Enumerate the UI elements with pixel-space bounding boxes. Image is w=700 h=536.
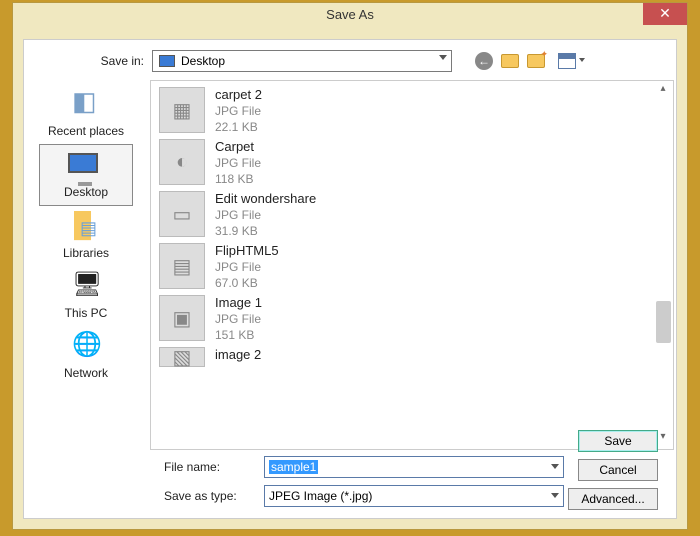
file-thumbnail-icon: ▤	[159, 243, 205, 289]
scroll-up-button[interactable]: ▴	[655, 83, 671, 99]
desktop-icon	[159, 55, 175, 67]
file-type: JPG File	[215, 259, 279, 275]
file-name: Image 1	[215, 295, 262, 311]
file-size: 22.1 KB	[215, 119, 262, 135]
file-name: image 2	[215, 347, 261, 363]
sidebar-item-label: Network	[64, 366, 108, 380]
list-item[interactable]: ▣ Image 1JPG File151 KB	[155, 293, 669, 345]
sidebar-item-label: Libraries	[63, 246, 109, 260]
file-name: Edit wondershare	[215, 191, 316, 207]
save-in-dropdown[interactable]: Desktop	[152, 50, 452, 72]
chevron-down-icon	[439, 55, 447, 60]
file-name: carpet 2	[215, 87, 262, 103]
file-thumbnail-icon: ▦	[159, 87, 205, 133]
nav-toolbar: ←	[474, 51, 582, 71]
filename-input[interactable]: sample1	[264, 456, 564, 478]
file-type: JPG File	[215, 103, 262, 119]
savetype-label: Save as type:	[164, 489, 264, 503]
close-button[interactable]: ✕	[643, 3, 687, 25]
button-column: Save Cancel Advanced...	[568, 430, 658, 510]
view-menu-button[interactable]	[552, 51, 582, 71]
file-size: 31.9 KB	[215, 223, 316, 239]
filename-label: File name:	[164, 460, 264, 474]
back-button[interactable]: ←	[474, 51, 494, 71]
save-in-label: Save in:	[84, 54, 144, 68]
sidebar-item-recent[interactable]: Recent places	[39, 84, 133, 144]
file-thumbnail-icon: ◐	[159, 139, 205, 185]
chevron-down-icon	[551, 493, 559, 498]
network-icon	[68, 332, 104, 362]
file-size: 67.0 KB	[215, 275, 279, 291]
sidebar-item-libraries[interactable]: Libraries	[39, 206, 133, 266]
file-thumbnail-icon: ▭	[159, 191, 205, 237]
sidebar-item-label: This PC	[65, 306, 108, 320]
advanced-button[interactable]: Advanced...	[568, 488, 658, 510]
dialog-body: Save in: Desktop ← Recent places	[23, 39, 677, 519]
folder-up-icon	[501, 54, 519, 68]
file-thumbnail-icon: ▣	[159, 295, 205, 341]
list-item[interactable]: ▧ image 2	[155, 345, 669, 369]
up-button[interactable]	[500, 51, 520, 71]
sidebar-item-this-pc[interactable]: This PC	[39, 266, 133, 326]
file-size: 151 KB	[215, 327, 262, 343]
scrollbar-thumb[interactable]	[656, 301, 671, 343]
savetype-dropdown[interactable]: JPEG Image (*.jpg)	[264, 485, 564, 507]
list-item[interactable]: ▭ Edit wondershareJPG File31.9 KB	[155, 189, 669, 241]
desktop-icon	[68, 151, 104, 181]
list-item[interactable]: ▦ carpet 2JPG File22.1 KB	[155, 85, 669, 137]
back-icon: ←	[475, 52, 493, 70]
file-size: 118 KB	[215, 171, 261, 187]
file-name: FlipHTML5	[215, 243, 279, 259]
file-thumbnail-icon: ▧	[159, 347, 205, 367]
save-button[interactable]: Save	[578, 430, 658, 452]
new-folder-button[interactable]	[526, 51, 546, 71]
file-list[interactable]: ▴ ▦carpet 2JPG File22.1 KB ◐CarpetJPG Fi…	[150, 80, 674, 450]
file-type: JPG File	[215, 311, 262, 327]
filename-value: sample1	[269, 460, 318, 474]
this-pc-icon	[68, 272, 104, 302]
titlebar: Save As ✕	[13, 3, 687, 31]
libraries-icon	[68, 212, 104, 242]
save-in-value: Desktop	[181, 54, 225, 68]
file-type: JPG File	[215, 155, 261, 171]
list-item[interactable]: ▤ FlipHTML5JPG File67.0 KB	[155, 241, 669, 293]
content-area: Recent places Desktop Libraries This PC …	[24, 80, 676, 450]
sidebar-item-network[interactable]: Network	[39, 326, 133, 386]
save-as-dialog: Save As ✕ Save in: Desktop ← Recent plac…	[12, 2, 688, 530]
file-name: Carpet	[215, 139, 261, 155]
savetype-value: JPEG Image (*.jpg)	[269, 489, 372, 503]
list-item[interactable]: ◐ CarpetJPG File118 KB	[155, 137, 669, 189]
file-type: JPG File	[215, 207, 316, 223]
recent-places-icon	[68, 90, 104, 120]
window-title: Save As	[326, 7, 374, 22]
sidebar-item-label: Desktop	[64, 185, 108, 199]
new-folder-icon	[527, 54, 545, 68]
sidebar-item-desktop[interactable]: Desktop	[39, 144, 133, 206]
chevron-down-icon	[551, 464, 559, 469]
cancel-button[interactable]: Cancel	[578, 459, 658, 481]
save-in-row: Save in: Desktop ←	[24, 40, 676, 80]
sidebar-item-label: Recent places	[48, 124, 124, 138]
view-icon	[558, 53, 576, 69]
places-sidebar: Recent places Desktop Libraries This PC …	[24, 80, 148, 450]
file-items-container: ▦carpet 2JPG File22.1 KB ◐CarpetJPG File…	[151, 81, 673, 373]
